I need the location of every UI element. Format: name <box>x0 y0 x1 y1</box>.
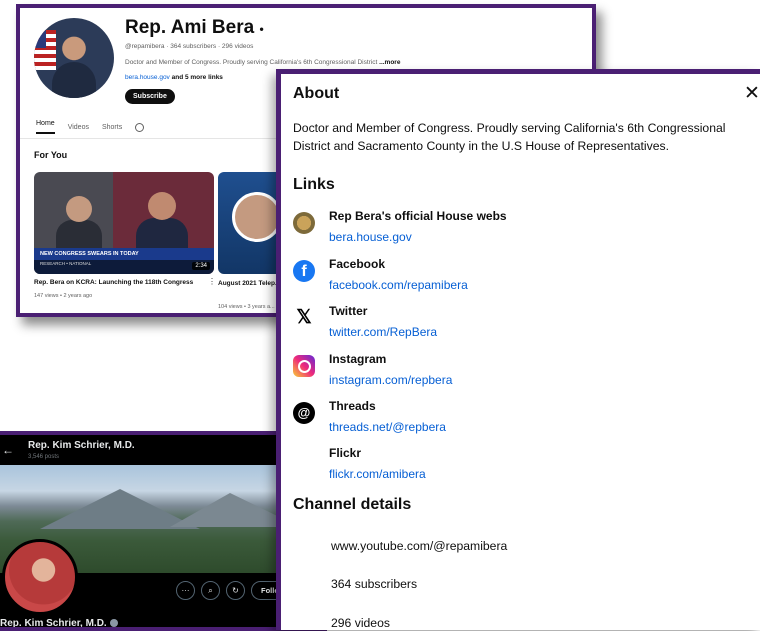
link-row[interactable]: @ Threads threads.net/@repbera <box>293 399 733 446</box>
link-title: Facebook <box>329 257 386 271</box>
video-meta: 104 views • 3 years a... <box>218 304 275 310</box>
link-title: Twitter <box>329 304 368 318</box>
link-url[interactable]: flickr.com/amibera <box>329 467 426 481</box>
link-url[interactable]: threads.net/@repbera <box>329 420 446 434</box>
search-icon[interactable] <box>135 122 145 132</box>
channel-description[interactable]: Doctor and Member of Congress. Proudly s… <box>125 59 400 66</box>
header-name: Rep. Kim Schrier, M.D. <box>28 440 135 451</box>
about-dialog: About ✕ Doctor and Member of Congress. P… <box>276 69 760 630</box>
facebook-icon: f <box>293 260 315 282</box>
channel-name: Rep. Ami Bera • <box>125 17 264 39</box>
link-title: Rep Bera's official House webs <box>329 209 507 223</box>
anchor-head <box>66 196 92 222</box>
link-url[interactable]: bera.house.gov <box>329 230 412 244</box>
verified-icon: • <box>259 22 264 36</box>
link-row[interactable]: Flickr flickr.com/amibera <box>293 446 733 493</box>
channel-meta: @repamibera · 364 subscribers · 296 vide… <box>125 43 254 50</box>
portrait-circle <box>232 192 282 242</box>
back-arrow-icon[interactable]: ← <box>2 443 14 457</box>
profile-name: Rep. Kim Schrier, M.D. <box>0 618 118 629</box>
guest-figure <box>136 218 188 252</box>
threads-icon: @ <box>293 402 315 424</box>
instagram-icon <box>293 355 315 377</box>
profile-avatar[interactable] <box>2 539 78 615</box>
channel-links: bera.house.gov and 5 more links <box>125 74 223 81</box>
video-duration: 2:34 <box>192 262 210 270</box>
guest-head <box>148 192 176 220</box>
channel-description-text: Doctor and Member of Congress. Proudly s… <box>125 59 378 66</box>
news-banner: NEW CONGRESS SWEARS IN TODAY <box>34 248 214 260</box>
avatar-suit <box>52 62 96 98</box>
about-description: Doctor and Member of Congress. Proudly s… <box>293 121 726 153</box>
section-title: For You <box>34 150 68 160</box>
channel-url[interactable]: www.youtube.com/@repamibera <box>331 539 507 553</box>
link-url[interactable]: twitter.com/RepBera <box>329 325 437 339</box>
profile-name-text: Rep. Kim Schrier, M.D. <box>0 618 107 629</box>
channel-avatar[interactable] <box>34 18 114 98</box>
video-thumbnail[interactable]: NEW CONGRESS SWEARS IN TODAY RESEARCH • … <box>34 172 214 274</box>
link-title: Instagram <box>329 352 387 366</box>
tab-home[interactable]: Home <box>36 120 55 134</box>
details-heading: Channel details <box>293 496 412 513</box>
channel-tabs: Home Videos Shorts <box>36 120 145 134</box>
more-icon[interactable]: ··· <box>176 581 195 600</box>
video-meta: 147 views • 2 years ago <box>34 293 93 299</box>
link-row[interactable]: f Facebook facebook.com/repamibera <box>293 257 733 304</box>
links-heading: Links <box>293 176 335 193</box>
video-title[interactable]: Rep. Bera on KCRA: Launching the 118th C… <box>34 279 204 286</box>
house-seal-icon <box>293 212 315 234</box>
primary-link[interactable]: bera.house.gov <box>125 74 170 81</box>
link-title: Flickr <box>329 446 362 460</box>
search-icon[interactable]: ⌕ <box>201 581 220 600</box>
x-icon: 𝕏 <box>293 307 315 329</box>
link-row[interactable]: 𝕏 Twitter twitter.com/RepBera <box>293 304 733 351</box>
tab-videos[interactable]: Videos <box>68 124 89 131</box>
link-row[interactable]: Rep Bera's official House webs bera.hous… <box>293 209 733 256</box>
verified-icon <box>109 619 118 627</box>
link-url[interactable]: facebook.com/repamibera <box>329 278 468 292</box>
channel-name-text: Rep. Ami Bera <box>125 17 255 38</box>
close-icon[interactable]: ✕ <box>744 84 760 103</box>
video-count: 296 videos <box>331 616 390 630</box>
link-url[interactable]: instagram.com/repbera <box>329 373 452 387</box>
link-title: Threads <box>329 399 376 413</box>
subscribe-button[interactable]: Subscribe <box>125 89 175 104</box>
dialog-title: About <box>293 85 340 102</box>
notify-icon[interactable]: ↻ <box>226 581 245 600</box>
more-options-icon[interactable]: ⋮ <box>208 277 216 286</box>
link-row[interactable]: Instagram instagram.com/repbera <box>293 352 733 399</box>
more-links[interactable]: and 5 more links <box>172 74 223 81</box>
subscriber-count: 364 subscribers <box>331 577 418 591</box>
tab-shorts[interactable]: Shorts <box>102 124 122 131</box>
post-count: 3,546 posts <box>28 454 60 460</box>
news-ticker: RESEARCH • NATIONAL <box>34 260 214 274</box>
flag-canton <box>34 30 46 48</box>
more-link[interactable]: ...more <box>379 59 400 66</box>
